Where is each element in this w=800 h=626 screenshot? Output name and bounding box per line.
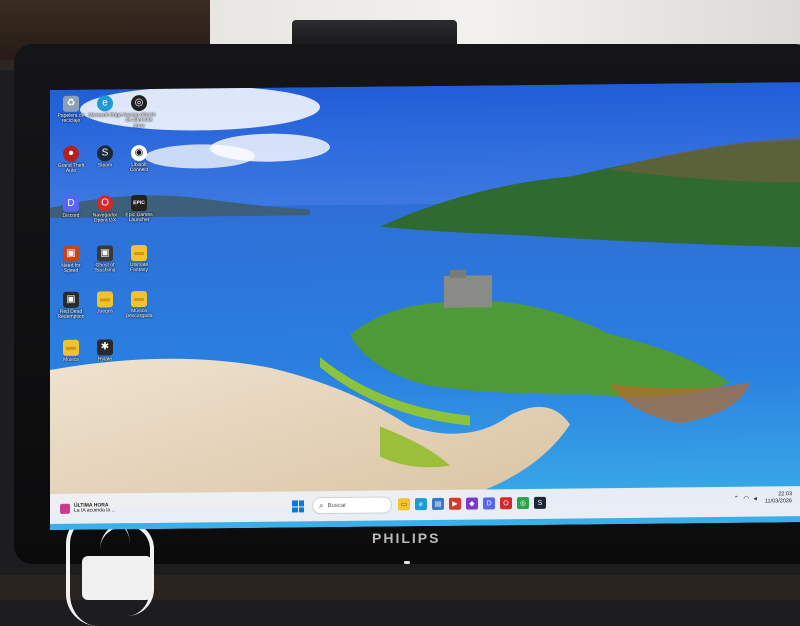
- app-icon: ◎: [131, 94, 147, 112]
- desktop-icon-label: Ghost of Tsushima: [94, 262, 116, 274]
- desktop-icon-label: Steam: [97, 162, 113, 169]
- opera-taskbar-icon[interactable]: O: [500, 497, 512, 510]
- steam-icon: S: [97, 145, 113, 162]
- desktop-icon-folder[interactable]: ▬ Ultimate Fantasy: [122, 244, 156, 289]
- desktop-icon-label: Microsoft Edge: [88, 112, 122, 119]
- volume-icon[interactable]: ◂: [753, 495, 757, 503]
- desktop-icon-ubisoft[interactable]: ◉ Ubisoft Connect: [122, 144, 156, 189]
- news-text: ÚLTIMA HORA La IA acuerda la ...: [74, 502, 116, 514]
- wifi-icon[interactable]: ◠: [743, 495, 749, 503]
- monitor-brand: PHILIPS: [372, 530, 441, 546]
- game-icon: ●: [63, 145, 79, 162]
- desktop-icon-label: Ultimate Fantasy: [129, 261, 149, 274]
- desktop-icon-label: Navegador Opera GX: [92, 212, 118, 224]
- desktop-icon-spider[interactable]: ✱ Hytale: [88, 339, 122, 383]
- system-tray: ⌃ ◠ ◂ 22:03 11/03/2026: [733, 491, 792, 506]
- desktop-icon-game[interactable]: ● Grand Theft Auto: [54, 145, 88, 190]
- search-placeholder: Buscar: [327, 502, 347, 509]
- folder-icon: ▬: [131, 244, 147, 262]
- desktop-icon-folder[interactable]: ▬ Música Descargada: [122, 290, 156, 335]
- desktop-icon-opera-gx[interactable]: O Navegador Opera GX: [88, 195, 122, 239]
- desktop-icon-epic-games[interactable]: EPIC Epic Games Launcher: [122, 194, 156, 239]
- clock[interactable]: 22:03 11/03/2026: [765, 491, 792, 506]
- desktop-icon-label: Juegos: [96, 308, 114, 315]
- file-explorer-icon[interactable]: ▭: [398, 498, 410, 511]
- desktop-icon-edge[interactable]: e Microsoft Edge: [88, 95, 122, 139]
- discord-taskbar-icon[interactable]: D: [483, 497, 495, 510]
- screen: ♻ Papelera de reciclaje e Microsoft Edge…: [50, 82, 800, 530]
- desktop-wallpaper: [50, 82, 800, 530]
- opera-gx-icon: O: [97, 195, 113, 212]
- desktop-icon-steam[interactable]: S Steam: [88, 145, 122, 189]
- desktop-icon-game[interactable]: ▣ Red Dead Redemption: [54, 291, 88, 336]
- desktop-icon-label: Grand Theft Auto: [57, 162, 85, 175]
- desktop-icon-label: Acceso directo de diferente otros: [122, 111, 156, 129]
- edge-taskbar-icon[interactable]: e: [415, 498, 427, 511]
- app-taskbar-icon[interactable]: ◆: [466, 497, 478, 510]
- taskbar-search[interactable]: ⌕ Buscar: [312, 496, 392, 515]
- desktop-icon-game[interactable]: ▣ Need for Speed: [54, 245, 88, 290]
- windows-logo-tile: [292, 500, 298, 506]
- edge-icon: e: [97, 95, 113, 112]
- desktop-icon-discord[interactable]: D Discord: [54, 195, 88, 240]
- game-icon: ▣: [97, 245, 113, 262]
- desktop-icon-shortcut[interactable]: ◎ Acceso directo de diferente otros: [122, 94, 156, 139]
- recycle-bin-icon: ♻: [63, 95, 79, 112]
- folder-icon: ▬: [131, 290, 147, 308]
- steam-taskbar-icon[interactable]: S: [534, 496, 546, 509]
- power-led: [404, 561, 410, 564]
- desktop-icon-label: Ubisoft Connect: [129, 161, 149, 174]
- discord-icon: D: [63, 195, 79, 212]
- news-widget[interactable]: ÚLTIMA HORA La IA acuerda la ...: [60, 498, 160, 519]
- desktop-icon-label: Need for Speed: [61, 262, 81, 275]
- game-taskbar-icon[interactable]: ▶: [449, 497, 461, 510]
- desktop-icon-recycle-bin[interactable]: ♻ Papelera de reciclaje: [54, 95, 88, 140]
- start-button[interactable]: [292, 500, 304, 513]
- chevron-up-icon[interactable]: ⌃: [733, 495, 739, 503]
- game-icon: ▣: [63, 245, 79, 262]
- desktop-icon-label: Música: [63, 356, 79, 363]
- taskbar-apps: ▭ e ▤ ▶ ◆ D O ◎ S: [398, 496, 546, 511]
- search-icon: ⌕: [319, 500, 324, 510]
- windows-logo-tile: [298, 506, 304, 513]
- ubisoft-icon: ◉: [131, 144, 147, 162]
- desktop-icon-label: Red Dead Redemption: [57, 308, 85, 321]
- chrome-icon[interactable]: ◎: [517, 496, 529, 510]
- spider-icon: ✱: [97, 339, 113, 356]
- desktop-icon-label: Epic Games Launcher: [125, 211, 153, 224]
- news-icon: [60, 503, 70, 514]
- folder-icon: ▬: [97, 291, 113, 308]
- store-icon[interactable]: ▤: [432, 497, 444, 510]
- folder-icon: ▬: [63, 339, 79, 356]
- desktop-icon-folder[interactable]: ▬ Juegos: [88, 291, 122, 335]
- epic-games-icon: EPIC: [131, 194, 147, 212]
- desktop-icon-label: Hytale: [97, 356, 113, 363]
- news-headline: La IA acuerda la ...: [74, 507, 116, 514]
- desktop-icon-folder[interactable]: ▬ Música: [54, 339, 88, 384]
- desktop-icon-label: Música Descargada: [125, 307, 153, 320]
- windows-logo-tile: [292, 506, 298, 513]
- clock-date: 11/03/2026: [764, 498, 792, 505]
- desktop-icon-label: Papelera de reciclaje: [57, 112, 85, 125]
- game-icon: ▣: [63, 291, 79, 308]
- desktop-icon-game[interactable]: ▣ Ghost of Tsushima: [88, 245, 122, 289]
- windows-logo-tile: [298, 500, 304, 506]
- charger: [82, 556, 152, 600]
- desktop-icon-label: Discord: [62, 212, 80, 219]
